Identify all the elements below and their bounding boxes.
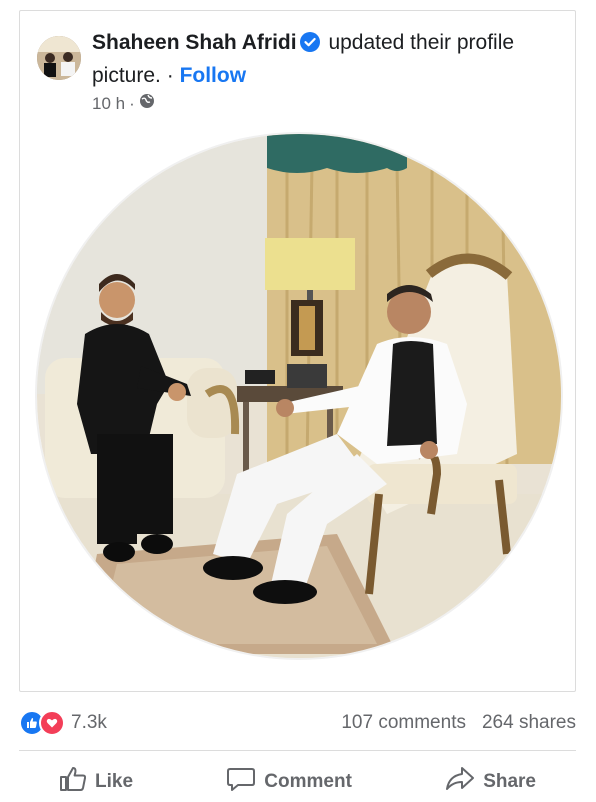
follow-button[interactable]: Follow: [180, 64, 247, 87]
author-name[interactable]: Shaheen Shah Afridi: [92, 31, 297, 54]
comment-bubble-icon: [226, 766, 256, 798]
profile-picture-photo[interactable]: [35, 132, 563, 660]
like-label: Like: [95, 771, 134, 792]
verified-badge-icon: [299, 31, 320, 61]
post-stats: 7.3k 107 comments 264 shares: [19, 708, 576, 738]
shares-count[interactable]: 264 shares: [482, 712, 576, 734]
comment-label: Comment: [264, 771, 352, 792]
share-label: Share: [483, 771, 536, 792]
divider: [19, 750, 576, 751]
avatar[interactable]: [37, 36, 81, 80]
thumbs-up-icon: [59, 766, 87, 798]
action-bar: Like Comment Share: [19, 762, 576, 802]
share-button[interactable]: Share: [445, 766, 536, 798]
love-icon: [39, 710, 65, 736]
post-card: Shaheen Shah Afridi updated their profil…: [19, 10, 576, 692]
meta-separator: ·: [129, 93, 135, 113]
reactions-summary[interactable]: 7.3k: [19, 710, 107, 736]
post-header: Shaheen Shah Afridi updated their profil…: [92, 28, 562, 91]
comment-button[interactable]: Comment: [226, 766, 352, 798]
header-separator: ·: [166, 64, 174, 87]
comments-count[interactable]: 107 comments: [341, 712, 466, 734]
post-meta: 10 h ·: [92, 93, 155, 114]
reactions-count: 7.3k: [71, 712, 107, 733]
globe-icon: [139, 93, 155, 114]
post-time[interactable]: 10 h: [92, 94, 125, 114]
like-button[interactable]: Like: [59, 766, 133, 798]
share-arrow-icon: [445, 766, 475, 798]
